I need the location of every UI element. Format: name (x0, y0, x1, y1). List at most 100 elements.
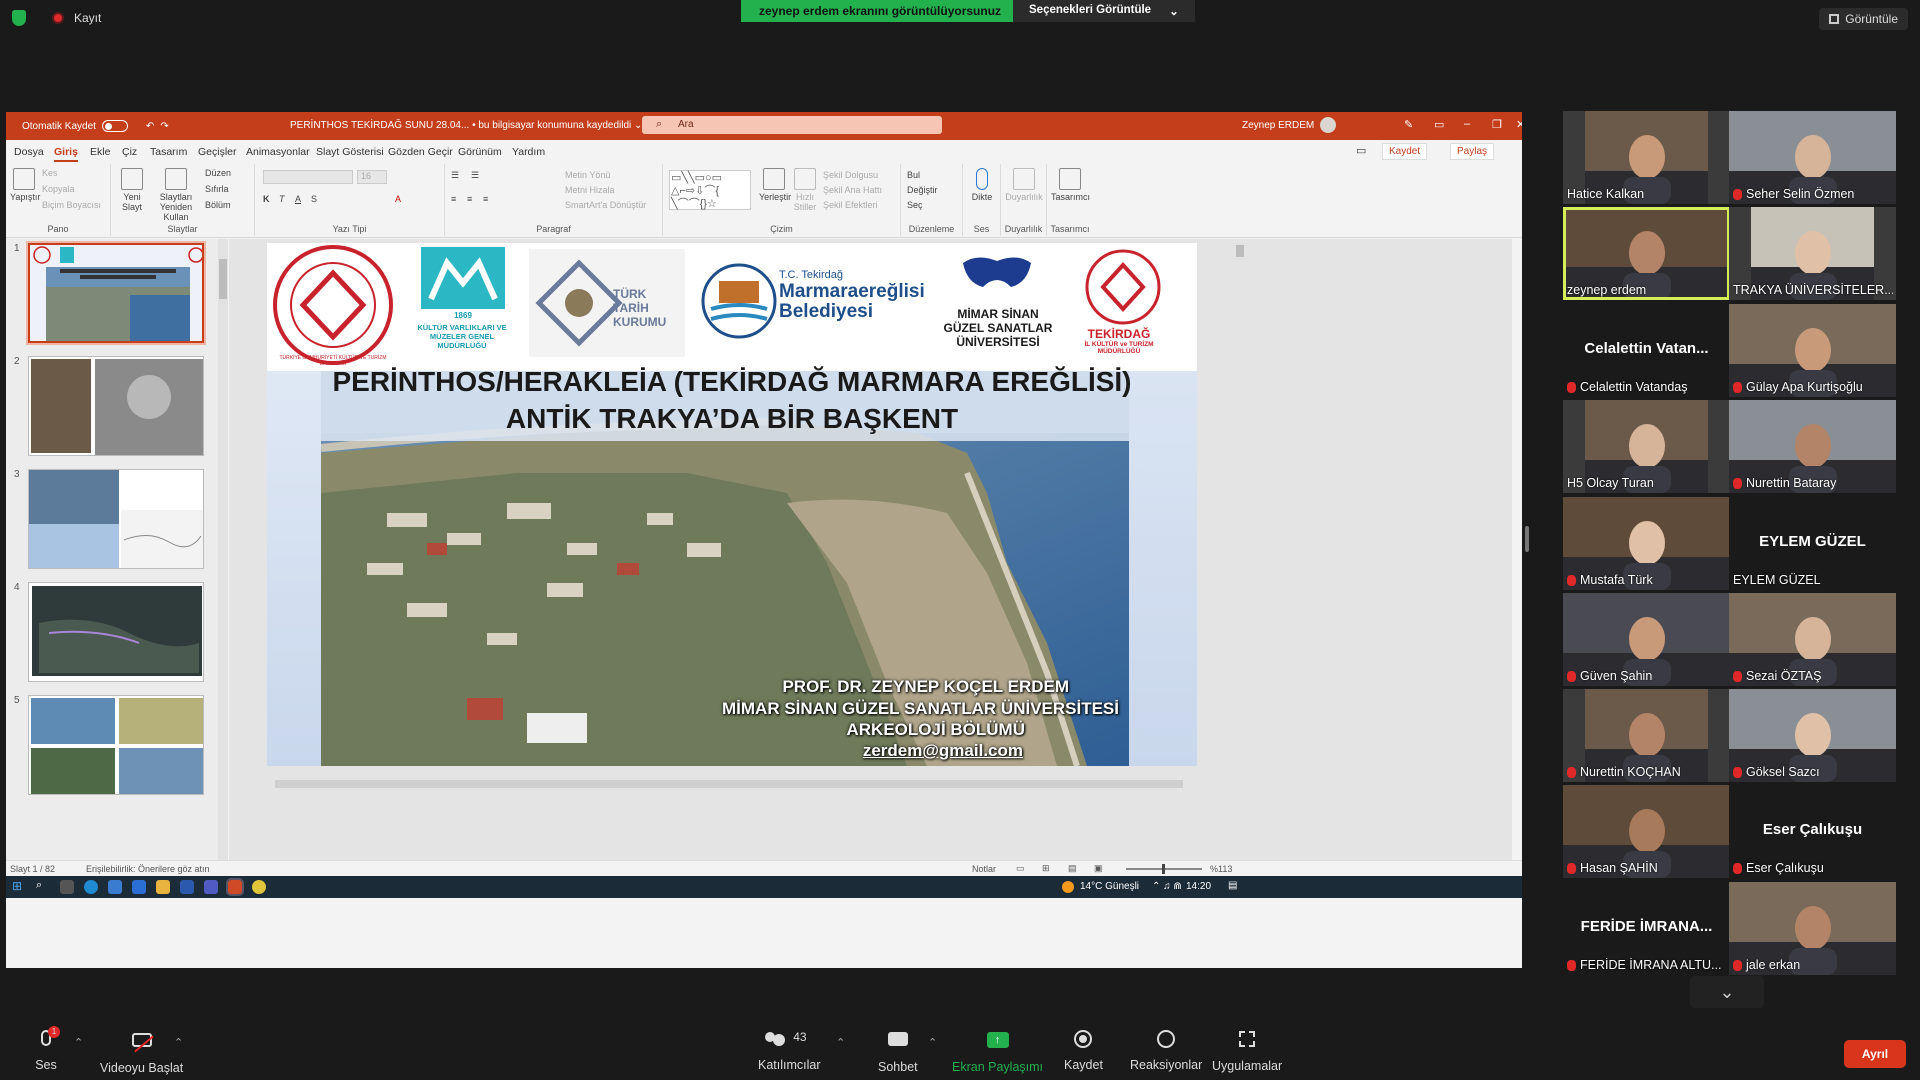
participant-tile[interactable]: FERİDE İMRANA... FERİDE İMRANA ALTU... (1563, 882, 1730, 975)
document-title[interactable]: PERİNTHOS TEKİRDAĞ SUNU 28.04... • bu bi… (290, 120, 642, 131)
comments-icon[interactable]: ▭ (1356, 144, 1366, 157)
participant-tile[interactable]: Seher Selin Özmen (1729, 111, 1896, 204)
participant-tile[interactable]: Eser Çalıkuşu Eser Çalıkuşu (1729, 785, 1896, 878)
slide-thumbnail[interactable] (28, 582, 204, 682)
paste-button[interactable]: Yapıştır (10, 168, 40, 202)
shapes-gallery[interactable]: ▭╲╲▭○▭ △⌐⇨⇩⌒{╲⌒⌒{}☆ (669, 170, 751, 210)
save-button[interactable]: Kaydet (1382, 143, 1428, 160)
app-icon[interactable] (132, 880, 146, 894)
avatar[interactable] (1320, 117, 1336, 133)
font-family-select[interactable] (263, 170, 353, 184)
slide-thumbnails-panel[interactable]: 1 2 3 4 5 (6, 239, 228, 860)
reactions-button[interactable]: Reaksiyonlar (1130, 1030, 1202, 1072)
participant-tile[interactable]: Nurettin KOÇHAN (1563, 689, 1730, 782)
minimize-icon[interactable]: – (1464, 118, 1470, 130)
shape-outline-button[interactable]: Şekil Ana Hattı (823, 185, 882, 195)
audio-options-caret-icon[interactable]: ⌃ (74, 1036, 83, 1049)
panel-resize-handle[interactable] (1525, 526, 1529, 552)
participants-caret-icon[interactable]: ⌃ (836, 1036, 845, 1049)
participant-tile[interactable]: TRAKYA ÜNİVERSİTELER... (1729, 207, 1896, 300)
arrange-button[interactable]: Yerleştir (759, 168, 791, 202)
find-button[interactable]: Bul (907, 170, 920, 180)
participant-tile[interactable]: Celalettin Vatan... Celalettin Vatandaş (1563, 304, 1730, 397)
powerpoint-icon[interactable] (226, 878, 244, 896)
cut-button[interactable]: Kes (42, 168, 58, 178)
undo-icon[interactable]: ↶ (146, 121, 154, 132)
menu-view[interactable]: Görünüm (458, 146, 502, 158)
leave-button[interactable]: Ayrıl (1844, 1040, 1906, 1068)
sensitivity-button[interactable]: Duyarlılık (1005, 168, 1043, 202)
security-shield-icon[interactable] (12, 10, 26, 26)
shared-screen[interactable]: Otomatik Kaydet ↶ ↷ PERİNTHOS TEKİRDAĞ S… (6, 112, 1522, 968)
audio-button[interactable]: 1 Ses (34, 1026, 60, 1072)
word-icon[interactable] (180, 880, 194, 894)
quick-styles-button[interactable]: Hızlı Stiller (791, 168, 819, 212)
menu-file[interactable]: Dosya (14, 146, 44, 158)
select-button[interactable]: Seç (907, 200, 923, 210)
menu-draw[interactable]: Çiz (122, 146, 137, 158)
restore-icon[interactable]: ❐ (1492, 118, 1502, 131)
designer-button[interactable]: Tasarımcı (1051, 168, 1090, 202)
share-screen-button[interactable]: ↑ Ekran Paylaşımı (952, 1030, 1043, 1074)
start-video-button[interactable]: Videoyu Başlat (100, 1030, 183, 1075)
notes-button[interactable]: Notlar (972, 864, 996, 874)
normal-view-icon[interactable]: ▭ (1016, 863, 1025, 874)
menu-insert[interactable]: Ekle (90, 146, 110, 158)
shape-effects-button[interactable]: Şekil Efektleri (823, 200, 878, 210)
participant-tile[interactable]: Nurettin Bataray (1729, 400, 1896, 493)
chat-caret-icon[interactable]: ⌃ (928, 1036, 937, 1049)
clock[interactable]: 14:20 (1186, 881, 1211, 892)
menu-animations[interactable]: Animasyonlar (246, 146, 310, 158)
reuse-slides-button[interactable]: Slaytları Yeniden Kullan (151, 168, 201, 222)
align-right-icon[interactable]: ≡ (483, 194, 488, 204)
thumbnail-scrollbar[interactable] (218, 239, 228, 860)
app-icon[interactable] (108, 880, 122, 894)
view-options-button[interactable]: Seçenekleri Görüntüle ⌄ (1013, 0, 1195, 22)
strikethrough-icon[interactable]: S (311, 194, 317, 204)
italic-icon[interactable]: T (279, 194, 285, 204)
font-size-select[interactable]: 16 (357, 170, 387, 184)
slide-thumbnail[interactable] (26, 241, 206, 345)
account-name[interactable]: Zeynep ERDEM (1242, 120, 1314, 131)
zoom-level[interactable]: %113 (1210, 864, 1232, 874)
menu-review[interactable]: Gözden Geçir (388, 146, 453, 158)
smartart-button[interactable]: SmartArt'a Dönüştür (565, 200, 646, 210)
search-icon[interactable]: ⌕ (36, 879, 42, 892)
menu-help[interactable]: Yardım (512, 146, 545, 158)
menu-home[interactable]: Giriş (54, 146, 78, 162)
new-slide-button[interactable]: Yeni Slayt (117, 168, 147, 212)
weather-text[interactable]: 14°C Güneşli (1080, 881, 1139, 892)
zoom-slider[interactable] (1126, 864, 1202, 874)
author-email[interactable]: zerdem@gmail.com (863, 741, 1023, 761)
windows-start-icon[interactable]: ⊞ (12, 879, 22, 893)
share-button[interactable]: Paylaş (1450, 143, 1495, 160)
slide-title[interactable]: PERİNTHOS/HERAKLEİA (TEKİRDAĞ MARMARA ER… (267, 363, 1197, 437)
section-button[interactable]: Bölüm (205, 200, 231, 210)
participant-tile[interactable]: H5 Olcay Turan (1563, 400, 1730, 493)
format-painter-button[interactable]: Biçim Boyacısı (42, 200, 101, 210)
replace-button[interactable]: Değiştir (907, 185, 938, 195)
slide-editor[interactable]: 1869 KÜLTÜR VARLIKLARI VE MÜZELER GENEL … (229, 239, 1512, 860)
teams-icon[interactable] (204, 880, 218, 894)
slide-vertical-scrollbar[interactable] (1235, 239, 1245, 779)
slide-thumbnail[interactable] (28, 356, 204, 456)
file-explorer-icon[interactable] (156, 880, 170, 894)
layout-button[interactable]: Düzen (205, 168, 231, 178)
align-text-button[interactable]: Metni Hizala (565, 185, 615, 195)
reset-button[interactable]: Sıfırla (205, 184, 229, 194)
current-slide[interactable]: 1869 KÜLTÜR VARLIKLARI VE MÜZELER GENEL … (267, 243, 1197, 766)
participant-tile[interactable]: Hatice Kalkan (1563, 111, 1730, 204)
accessibility-status[interactable]: Erişilebilirlik: Önerilere göz atın (86, 864, 210, 874)
slide-horizontal-scrollbar[interactable] (239, 779, 1229, 789)
shape-fill-button[interactable]: Şekil Dolgusu (823, 170, 878, 180)
participant-tile[interactable]: Güven Şahin (1563, 593, 1730, 686)
menu-design[interactable]: Tasarım (150, 146, 187, 158)
author-name[interactable]: PROF. DR. ZEYNEP KOÇEL ERDEM (782, 677, 1069, 697)
chat-button[interactable]: Sohbet (878, 1030, 918, 1074)
participant-tile[interactable]: Sezai ÖZTAŞ (1729, 593, 1896, 686)
font-color-icon[interactable]: A (395, 194, 401, 204)
task-view-icon[interactable] (60, 880, 74, 894)
participant-tile[interactable]: Gülay Apa Kurtişoğlu (1729, 304, 1896, 397)
underline-icon[interactable]: A (295, 194, 301, 204)
redo-icon[interactable]: ↷ (160, 121, 168, 132)
